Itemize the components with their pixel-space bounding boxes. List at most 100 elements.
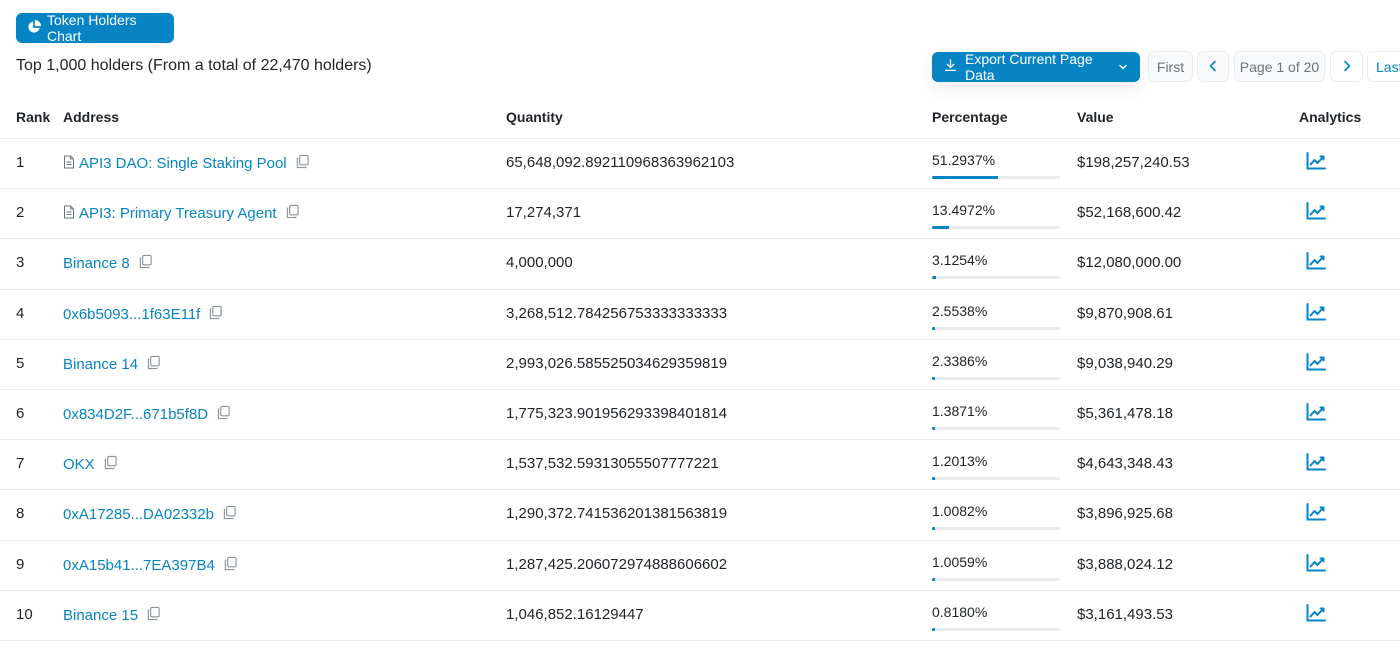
- analytics-chart-icon[interactable]: [1306, 453, 1326, 475]
- holders-summary: Top 1,000 holders (From a total of 22,47…: [16, 57, 372, 74]
- percentage-bar-fill: [932, 326, 936, 330]
- address-cell: Binance 8: [63, 254, 153, 273]
- percentage-bar: [932, 326, 1060, 330]
- percentage-cell: 2.3386%: [932, 352, 988, 369]
- value-cell: $52,168,600.42: [1077, 204, 1182, 222]
- token-holders-chart-label: Token Holders Chart: [47, 12, 137, 44]
- pagination-last-button[interactable]: Last: [1367, 51, 1400, 82]
- percentage-bar: [932, 477, 1060, 481]
- analytics-chart-icon[interactable]: [1306, 252, 1326, 274]
- token-holders-chart-button[interactable]: Token Holders Chart: [16, 12, 174, 44]
- address-cell: 0x834D2F...671b5f8D: [63, 405, 231, 424]
- copy-icon[interactable]: [146, 355, 161, 374]
- address-link[interactable]: 0xA17285...DA02332b: [63, 506, 214, 523]
- copy-icon[interactable]: [103, 455, 118, 474]
- header-analytics: Analytics: [1299, 109, 1362, 125]
- address-link[interactable]: Binance 8: [63, 255, 130, 272]
- analytics-chart-icon[interactable]: [1306, 352, 1326, 375]
- address-link[interactable]: API3 DAO: Single Staking Pool: [79, 155, 287, 172]
- percentage-cell: 1.0082%: [932, 503, 988, 520]
- pagination-next-button[interactable]: [1330, 51, 1363, 82]
- address-link[interactable]: Binance 14: [63, 356, 138, 373]
- rank-cell: 3: [16, 254, 25, 272]
- download-icon: [944, 59, 957, 75]
- table-row: 2 API3: Primary Treasury Agent 17,274,371 1…: [0, 189, 1400, 240]
- quantity-cell: 1,290,372.741536201381563819: [506, 505, 728, 523]
- copy-icon[interactable]: [285, 204, 300, 223]
- contract-file-icon: [63, 155, 75, 173]
- quantity-cell: 1,775,323.901956293398401814: [506, 404, 728, 422]
- header-value: Value: [1077, 109, 1114, 125]
- table-row: 6 0x834D2F...671b5f8D 1,775,323.9019562933…: [0, 390, 1400, 441]
- value-cell: $3,888,024.12: [1077, 555, 1173, 573]
- percentage-cell: 3.1254%: [932, 252, 988, 269]
- table-row: 7 OKX 1,537,532.59313055507777221 1.2013% $4…: [0, 440, 1400, 491]
- rank-cell: 9: [16, 555, 25, 573]
- quantity-cell: 1,537,532.59313055507777221: [506, 455, 719, 473]
- analytics-chart-icon[interactable]: [1306, 152, 1326, 174]
- address-link[interactable]: Binance 15: [63, 607, 138, 624]
- percentage-bar-fill: [932, 527, 935, 531]
- copy-icon[interactable]: [223, 556, 238, 575]
- table-row: 8 0xA17285...DA02332b 1,290,372.7415362013…: [0, 490, 1400, 541]
- header-percentage: Percentage: [932, 109, 1008, 125]
- percentage-bar-fill: [932, 477, 935, 481]
- table-row: 3 Binance 8 4,000,000 3.1254% $12,080,000.00: [0, 239, 1400, 290]
- address-cell: OKX: [63, 455, 118, 474]
- value-cell: $4,643,348.43: [1077, 455, 1173, 473]
- percentage-cell: 0.8180%: [932, 603, 988, 620]
- percentage-bar: [932, 376, 1060, 380]
- copy-icon[interactable]: [138, 254, 153, 273]
- percentage-bar: [932, 276, 1060, 280]
- percentage-bar-fill: [932, 627, 935, 631]
- analytics-chart-icon[interactable]: [1306, 202, 1326, 224]
- analytics-chart-icon[interactable]: [1306, 553, 1326, 576]
- address-link[interactable]: 0x6b5093...1f63E11f: [63, 306, 200, 323]
- address-cell: 0x6b5093...1f63E11f: [63, 305, 223, 324]
- rank-cell: 6: [16, 404, 25, 422]
- rank-cell: 1: [16, 154, 25, 171]
- copy-icon[interactable]: [208, 305, 223, 324]
- quantity-cell: 1,287,425.206072974888606602: [506, 555, 728, 573]
- copy-icon[interactable]: [295, 154, 310, 173]
- value-cell: $9,038,940.29: [1077, 354, 1173, 372]
- header-quantity: Quantity: [506, 109, 563, 125]
- value-cell: $198,257,240.53: [1077, 154, 1190, 171]
- export-label: Export Current Page Data: [965, 51, 1093, 83]
- percentage-bar-fill: [932, 176, 998, 179]
- percentage-cell: 1.2013%: [932, 453, 988, 470]
- quantity-cell: 3,268,512.784256753333333333: [506, 304, 728, 322]
- quantity-cell: 65,648,092.892110968363962103: [506, 154, 735, 171]
- export-page-data-button[interactable]: Export Current Page Data: [932, 51, 1140, 83]
- table-row: 5 Binance 14 2,993,026.585525034629359819 2…: [0, 340, 1400, 390]
- analytics-chart-icon[interactable]: [1306, 402, 1326, 425]
- copy-icon[interactable]: [146, 606, 161, 625]
- quantity-cell: 4,000,000: [506, 254, 573, 272]
- analytics-chart-icon[interactable]: [1306, 503, 1326, 525]
- rank-cell: 7: [16, 455, 25, 473]
- percentage-cell: 2.5538%: [932, 302, 988, 319]
- percentage-bar-fill: [932, 577, 935, 581]
- percentage-cell: 13.4972%: [932, 202, 996, 219]
- value-cell: $9,870,908.61: [1077, 304, 1173, 322]
- address-link[interactable]: OKX: [63, 456, 95, 473]
- rank-cell: 8: [16, 505, 25, 523]
- analytics-chart-icon[interactable]: [1306, 603, 1326, 626]
- address-cell: 0xA17285...DA02332b: [63, 505, 237, 524]
- address-link[interactable]: API3: Primary Treasury Agent: [79, 205, 277, 222]
- copy-icon[interactable]: [216, 405, 231, 424]
- pagination-prev-button[interactable]: [1197, 51, 1229, 82]
- pie-chart-icon: [27, 19, 41, 37]
- address-link[interactable]: 0xA15b41...7EA397B4: [63, 557, 215, 574]
- value-cell: $12,080,000.00: [1077, 254, 1182, 272]
- chevron-left-icon: [1208, 59, 1218, 75]
- analytics-chart-icon[interactable]: [1306, 302, 1326, 325]
- percentage-bar: [932, 527, 1060, 531]
- contract-file-icon: [63, 205, 75, 223]
- table-header: Rank Address Quantity Percentage Value A…: [0, 97, 1400, 139]
- percentage-cell: 51.2937%: [932, 152, 996, 168]
- address-link[interactable]: 0x834D2F...671b5f8D: [63, 406, 208, 423]
- copy-icon[interactable]: [222, 505, 237, 524]
- quantity-cell: 17,274,371: [506, 204, 582, 222]
- pagination-first-button[interactable]: First: [1148, 51, 1193, 82]
